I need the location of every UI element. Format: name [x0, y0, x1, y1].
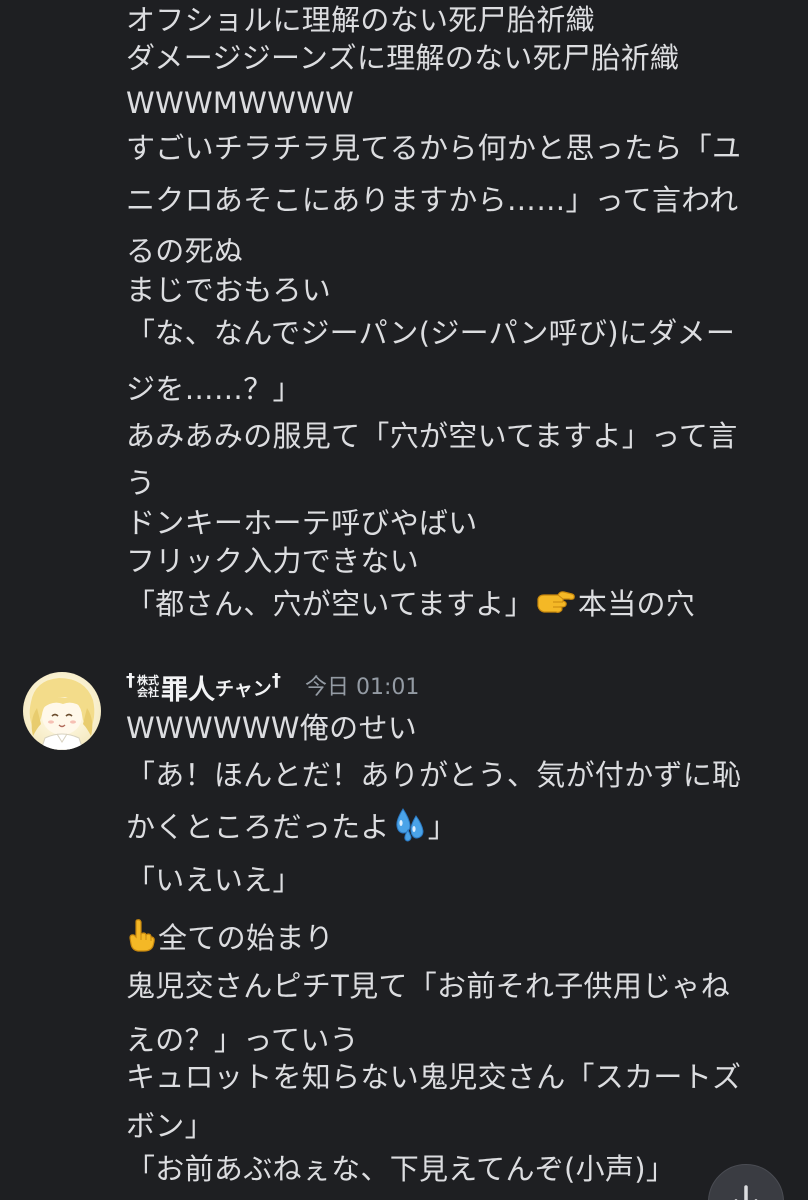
message-line: 「あ！ほんとだ！ありがとう、気が付かずに恥 [126, 758, 742, 792]
backhand-index-pointing-right-icon [536, 586, 576, 626]
avatar-illustration [29, 678, 95, 750]
message-line: オフショルに理解のない死尸胎祈織 [126, 3, 595, 37]
message-line: あみあみの服見て「穴が空いてますよ」って言 [126, 419, 738, 453]
username[interactable]: † 株式 会社 罪人 チャン † [126, 666, 281, 708]
message-line: 鬼児交さんピチT見て「お前それ子供用じゃね [126, 969, 731, 1003]
message-line: ボン」 [126, 1109, 214, 1143]
user-avatar[interactable] [23, 672, 101, 750]
message-line: るの死ぬ [126, 234, 244, 268]
username-kabu-bottom: 会社 [137, 686, 159, 699]
message-line: キュロットを知らない鬼児交さん「スカートズ [126, 1060, 742, 1094]
message-timestamp: 今日 01:01 [305, 675, 420, 700]
username-main: 罪人 [161, 674, 215, 706]
message-line: う [126, 466, 156, 500]
message-line: フリック入力できない [126, 544, 420, 578]
message-line: 「お前あぶねぇな、下見えてんぞ(小声)」 [126, 1152, 676, 1186]
message-line: 「都さん、穴が空いてますよ」 本当の穴 [126, 584, 695, 624]
chat-view: オフショルに理解のない死尸胎祈織 ダメージジーンズに理解のない死尸胎祈織 WWW… [0, 0, 808, 1200]
username-kabushikigaisha: 株式 会社 [137, 675, 159, 699]
message-line: えの？」っていう [126, 1023, 359, 1057]
username-prefix: † [126, 670, 135, 691]
username-suffix: † [271, 670, 281, 691]
message-line: ジを……？」 [126, 372, 302, 406]
message-line: 全ての始まり [126, 918, 334, 958]
message-text: 」 [427, 810, 458, 844]
username-small: チャン [215, 677, 272, 700]
message-text: かくところだったよ [126, 810, 390, 844]
message-line: ドンキーホーテ呼びやばい [126, 506, 478, 540]
sweat-droplets-icon [392, 806, 426, 852]
message-line: WWWMWWWW [126, 86, 355, 120]
message-text: 本当の穴 [577, 587, 696, 621]
message-text: 「都さん、穴が空いてますよ」 [126, 587, 534, 621]
index-pointing-up-icon [126, 918, 156, 962]
message-text: 全ての始まり [158, 921, 334, 955]
message-line: ダメージジーンズに理解のない死尸胎祈織 [126, 41, 680, 75]
jump-to-latest-button[interactable] [708, 1164, 784, 1200]
message-line: 「いえいえ」 [126, 863, 302, 897]
message-line: かくところだったよ 」 [126, 806, 457, 846]
message-line: 「な、なんでジーパン(ジーパン呼び)にダメー [126, 316, 736, 350]
message-line: まじでおもろい [126, 273, 332, 307]
message-line: すごいチラチラ見てるから何かと思ったら「ユ [126, 131, 742, 165]
message-line: ニクロあそこにありますから……」って言われ [126, 183, 739, 217]
message-line: WWWWWW俺のせい [126, 711, 418, 745]
arrow-down-icon [734, 1185, 758, 1200]
